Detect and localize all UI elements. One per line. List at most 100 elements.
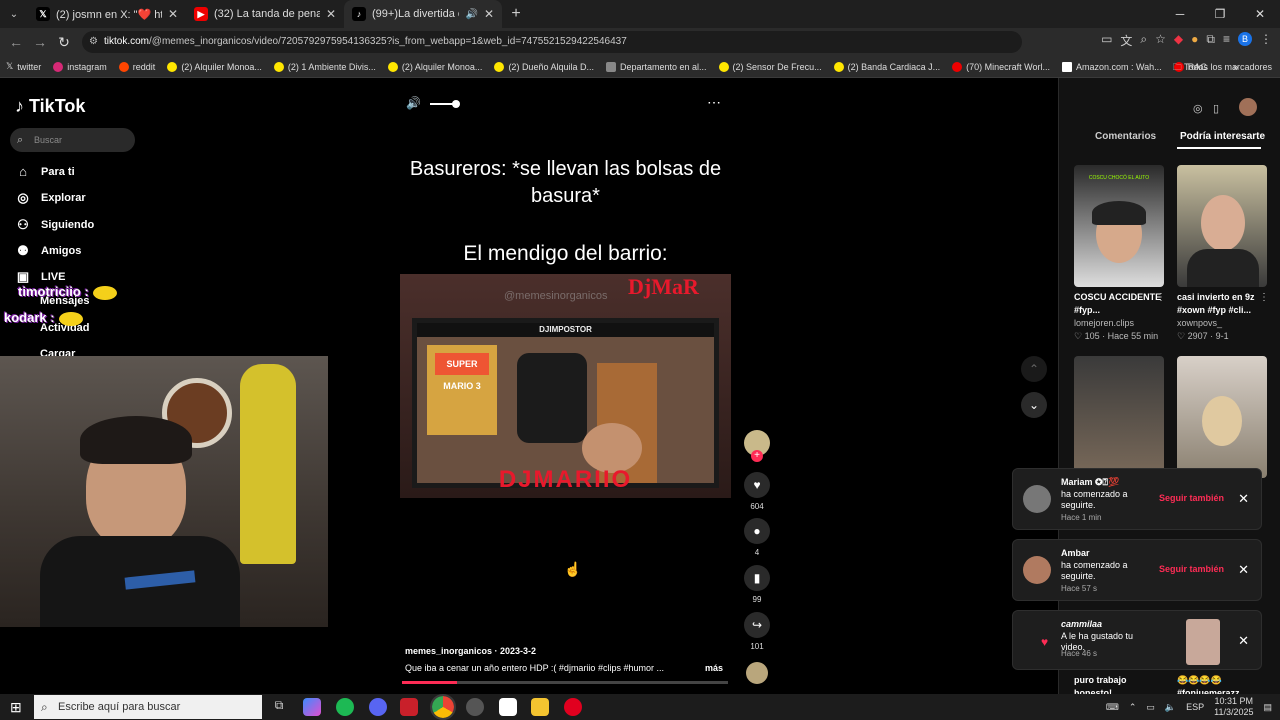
suggestion-caption[interactable]: casi invierto en 9z #xown #fyp #cli... x… <box>1177 291 1269 343</box>
close-icon[interactable]: ✕ <box>1238 633 1249 649</box>
extension-icon[interactable]: ● <box>1191 32 1198 49</box>
bookmark-item[interactable]: (2) 1 Ambiente Divis... <box>268 61 382 72</box>
discord-icon[interactable] <box>369 698 387 716</box>
bookmark-item[interactable]: (2) Banda Cardiaca J... <box>828 61 947 72</box>
bookmark-item[interactable]: (2) Alquiler Monoa... <box>161 61 268 72</box>
zoom-icon[interactable]: ⌕ <box>1140 32 1147 49</box>
chevron-down-icon[interactable]: ⌄ <box>1021 392 1047 418</box>
tiktok-logo[interactable]: ♪ TikTok <box>15 96 85 117</box>
back-icon[interactable]: ← <box>4 34 28 50</box>
app-icon[interactable] <box>400 698 418 716</box>
menu-amigos[interactable]: ⚉ Amigos <box>15 243 81 259</box>
more-options-icon[interactable]: ⋮ <box>1156 292 1166 303</box>
follow-back-button[interactable]: Seguir también <box>1159 564 1224 574</box>
bookmark-item[interactable]: instagram <box>47 61 113 72</box>
language-indicator[interactable]: ESP <box>1186 702 1204 712</box>
bookmark-item[interactable]: (2) Dueño Alquila D... <box>488 61 600 72</box>
follow-back-button[interactable]: Seguir también <box>1159 493 1224 503</box>
volume-slider-thumb[interactable] <box>452 100 460 108</box>
translate-icon[interactable]: 文 <box>1120 32 1132 49</box>
suggestion-thumbnail[interactable]: COSCU CHOCÓ EL AUTO <box>1074 165 1164 287</box>
url-input[interactable]: ⚙ tiktok.com/@memes_inorganicos/video/72… <box>82 31 1022 53</box>
volume-icon[interactable]: 🔊 <box>406 96 421 110</box>
speaker-icon[interactable]: 🔈 <box>1165 702 1176 713</box>
app-icon[interactable] <box>499 698 517 716</box>
bookmark-item[interactable]: 𝕏twitter <box>0 61 47 72</box>
bookmark-item[interactable]: (2) Alquiler Monoa... <box>382 61 489 72</box>
close-icon[interactable]: ✕ <box>484 7 494 21</box>
opera-icon[interactable] <box>564 698 582 716</box>
close-window-icon[interactable]: ✕ <box>1240 0 1280 28</box>
bookmark-item[interactable]: (70) Minecraft Worl... <box>946 61 1056 72</box>
reload-icon[interactable]: ↻ <box>52 34 76 51</box>
menu-para-ti[interactable]: ⌂ Para ti <box>15 164 75 179</box>
video-author[interactable]: memes_inorganicos · 2023-3-2 <box>405 646 536 656</box>
screen-cast-icon[interactable]: ▭ <box>1101 32 1112 49</box>
windows-start-icon[interactable]: ⊞ <box>10 699 22 716</box>
notification-toast[interactable]: ♥ cammilaa A le ha gustado tu video. Hac… <box>1012 610 1262 670</box>
bookmark-item[interactable]: reddit <box>113 61 162 72</box>
video-player[interactable]: 🔊 ⋯ Basureros: *se llevan las bolsas de … <box>400 78 731 688</box>
close-icon[interactable]: ✕ <box>326 7 336 21</box>
like-action[interactable]: ♥ 604 <box>742 472 772 511</box>
suggestion-caption[interactable]: COSCU ACCIDENTE #fyp... lomejoren.clips … <box>1074 291 1166 343</box>
notification-center-icon[interactable]: ▤ <box>1263 702 1272 713</box>
author-avatar[interactable]: + <box>742 430 772 462</box>
spotify-icon[interactable] <box>336 698 354 716</box>
close-icon[interactable]: ✕ <box>1238 562 1249 578</box>
more-options-icon[interactable]: ⋯ <box>707 94 721 111</box>
bookmark-star-icon[interactable]: ☆ <box>1155 32 1166 49</box>
folder-icon[interactable] <box>531 698 549 716</box>
task-view-icon[interactable]: ⧉ <box>270 698 288 716</box>
bookmark-item[interactable]: (2) Sensor De Frecu... <box>713 61 828 72</box>
obs-icon[interactable] <box>466 698 484 716</box>
video-thumbnail[interactable] <box>1186 619 1220 665</box>
forward-icon[interactable]: → <box>28 34 52 50</box>
chevron-up-icon[interactable]: ⌃ <box>1129 702 1137 713</box>
restore-icon[interactable]: ❐ <box>1200 0 1240 28</box>
browser-tab-2[interactable]: ▶ (32) La tanda de penaltis más i... ✕ <box>186 0 344 28</box>
save-action[interactable]: ▮ 99 <box>742 565 772 604</box>
notification-toast[interactable]: Ambar ha comenzado a seguirte. Hace 57 s… <box>1012 539 1262 601</box>
site-info-icon[interactable]: ⚙ <box>89 31 98 53</box>
suggestion-thumbnail[interactable] <box>1074 356 1164 478</box>
tab-search-button[interactable]: ⌄ <box>0 9 28 20</box>
tab-comentarios[interactable]: Comentarios <box>1095 131 1156 142</box>
minimize-icon[interactable]: ─ <box>1160 0 1200 28</box>
chevron-up-icon[interactable]: ⌃ <box>1021 356 1047 382</box>
close-icon[interactable]: ✕ <box>1238 491 1249 507</box>
share-icon[interactable]: ↪ <box>744 612 770 638</box>
video-progress-bar[interactable] <box>402 681 728 684</box>
new-tab-button[interactable]: + <box>502 5 530 23</box>
tab-podria-interesarte[interactable]: Podría interesarte <box>1180 131 1265 142</box>
bookmark-item[interactable]: Amazon.com : Wah... <box>1056 61 1168 72</box>
media-icon[interactable]: ≡ <box>1223 32 1230 49</box>
profile-avatar[interactable]: B <box>1238 32 1252 46</box>
clock[interactable]: 10:31 PM 11/3/2025 <box>1214 696 1253 718</box>
bookmark-item[interactable]: Departamento en al... <box>600 61 713 72</box>
suggestion-thumbnail[interactable] <box>1177 356 1267 478</box>
share-action[interactable]: ↪ 101 <box>742 612 772 651</box>
browser-tab-1[interactable]: 𝕏 (2) josmn en X: "❤️ https://t.co ✕ <box>28 0 186 28</box>
mobile-icon[interactable]: ▯ <box>1213 102 1219 115</box>
avatar[interactable] <box>1239 98 1257 116</box>
comment-action[interactable]: ● 4 <box>742 518 772 557</box>
network-icon[interactable]: ▭ <box>1146 702 1155 713</box>
menu-siguiendo[interactable]: ⚇ Siguiendo <box>15 217 94 233</box>
more-options-icon[interactable]: ⋮ <box>1259 292 1269 303</box>
extensions-puzzle-icon[interactable]: ⧉ <box>1206 32 1215 49</box>
menu-explorar[interactable]: ◎ Explorar <box>15 190 85 206</box>
notification-toast[interactable]: Mariam ✪⍰💯 ha comenzado a seguirte. Hace… <box>1012 468 1262 530</box>
all-bookmarks[interactable]: 🗀 Todos los marcadores <box>1173 56 1272 78</box>
browser-tab-3[interactable]: ♪ (99+)La divertida cena de D... 🔊 ✕ <box>344 0 502 28</box>
keyboard-icon[interactable]: ⌨ <box>1106 702 1119 713</box>
bookmark-icon[interactable]: ▮ <box>744 565 770 591</box>
search-input[interactable]: ⌕ Buscar <box>10 128 135 152</box>
close-icon[interactable]: ✕ <box>168 7 178 21</box>
speaker-icon[interactable]: 🔊 <box>465 9 477 20</box>
suggestion-thumbnail[interactable] <box>1177 165 1267 287</box>
chrome-icon[interactable] <box>430 694 456 720</box>
taskbar-search-input[interactable]: ⌕ Escribe aquí para buscar <box>34 695 262 719</box>
more-link[interactable]: más <box>705 663 723 673</box>
menu-live[interactable]: ▣ LIVE <box>15 269 66 285</box>
